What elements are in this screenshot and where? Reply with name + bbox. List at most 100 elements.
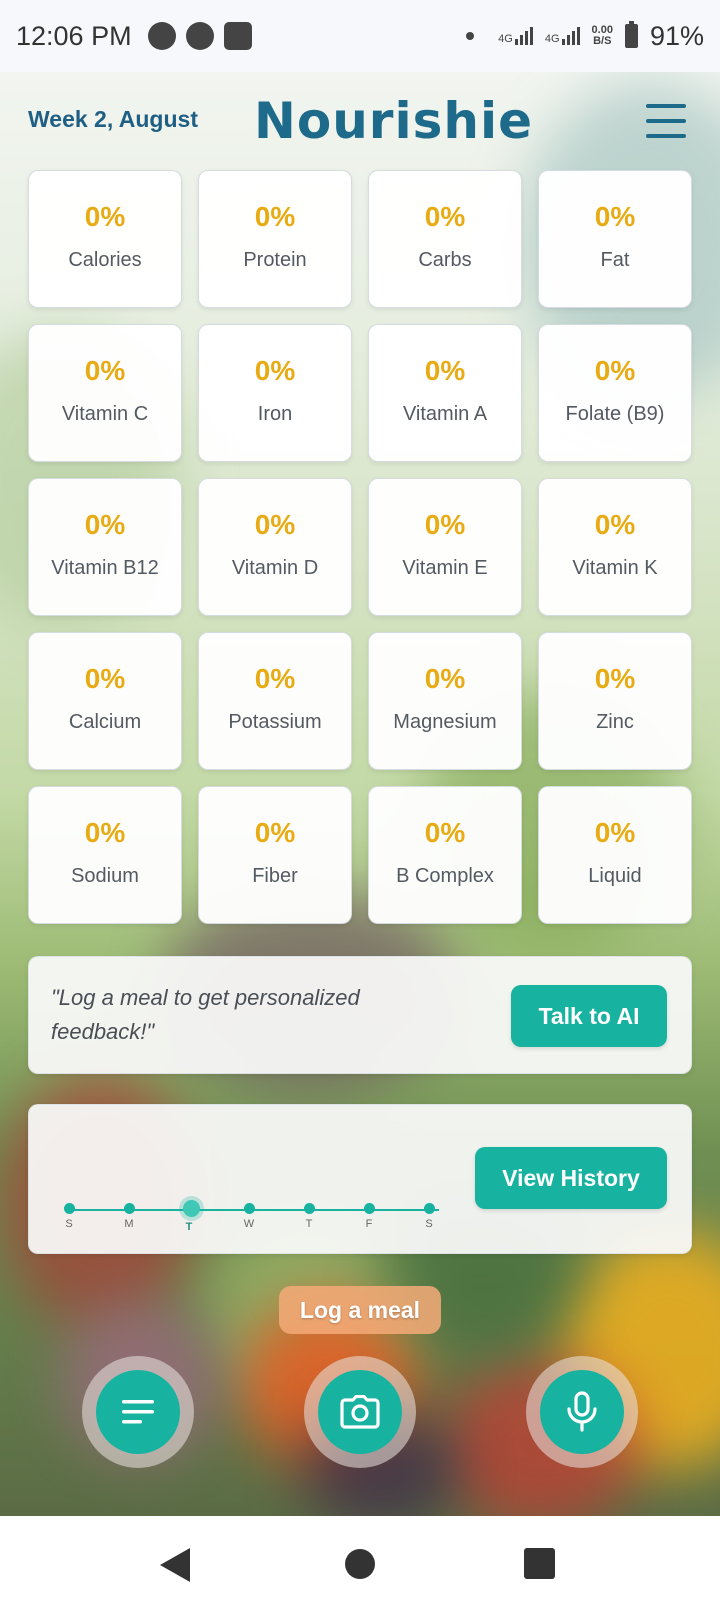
nutrient-card-calcium[interactable]: 0% Calcium xyxy=(28,632,182,770)
nutrient-label: Carbs xyxy=(418,248,472,271)
view-history-button[interactable]: View History xyxy=(475,1147,667,1209)
microphone-icon[interactable] xyxy=(540,1370,624,1454)
weekday-label: W xyxy=(243,1218,255,1230)
text-log-button[interactable] xyxy=(82,1356,194,1468)
nutrient-card-vitamin-a[interactable]: 0% Vitamin A xyxy=(368,324,522,462)
nutrient-value: 0% xyxy=(594,508,636,540)
nutrient-value: 0% xyxy=(424,354,466,386)
weekday-5[interactable]: F xyxy=(363,1203,375,1230)
nutrient-value: 0% xyxy=(84,200,126,232)
nutrient-card-vitamin-e[interactable]: 0% Vitamin E xyxy=(368,478,522,616)
camera-log-button[interactable] xyxy=(304,1356,416,1468)
talk-to-ai-button[interactable]: Talk to AI xyxy=(511,985,667,1047)
nutrient-label: Fiber xyxy=(252,864,298,887)
weekday-point xyxy=(423,1203,435,1214)
nutrient-value: 0% xyxy=(254,662,296,694)
hamburger-menu-icon[interactable] xyxy=(646,104,686,138)
weekday-label: T xyxy=(185,1221,193,1233)
nutrient-label: Liquid xyxy=(588,864,642,887)
nutrient-card-zinc[interactable]: 0% Zinc xyxy=(538,632,692,770)
nutrient-card-protein[interactable]: 0% Protein xyxy=(198,170,352,308)
nutrient-card-fiber[interactable]: 0% Fiber xyxy=(198,786,352,924)
list-icon[interactable] xyxy=(96,1370,180,1454)
signal-2: 4G xyxy=(545,27,580,45)
chat-notification-icon xyxy=(147,22,176,50)
nutrient-value: 0% xyxy=(594,816,636,848)
nutrient-label: Sodium xyxy=(71,864,139,887)
nutrient-label: Vitamin A xyxy=(402,402,488,425)
weekday-point xyxy=(183,1200,200,1217)
nutrient-card-carbs[interactable]: 0% Carbs xyxy=(368,170,522,308)
nutrient-value: 0% xyxy=(254,354,296,386)
weekday-1[interactable]: M xyxy=(123,1203,135,1230)
nutrient-value: 0% xyxy=(254,508,296,540)
nutrient-card-b-complex[interactable]: 0% B Complex xyxy=(368,786,522,924)
app-notification-icon xyxy=(185,22,214,50)
nutrient-card-sodium[interactable]: 0% Sodium xyxy=(28,786,182,924)
nutrient-value: 0% xyxy=(254,200,296,232)
nutrient-label: Calcium xyxy=(68,710,142,733)
notification-icons xyxy=(147,22,252,50)
weekday-point xyxy=(363,1203,375,1214)
nutrient-value: 0% xyxy=(424,816,466,848)
weekday-label: M xyxy=(124,1218,134,1230)
nutrient-card-vitamin-k[interactable]: 0% Vitamin K xyxy=(538,478,692,616)
nutrient-value: 0% xyxy=(84,662,126,694)
nutrient-card-calories[interactable]: 0% Calories xyxy=(28,170,182,308)
nutrient-value: 0% xyxy=(594,354,636,386)
nutrient-label: Folate (B9) xyxy=(565,402,665,425)
nutrient-label: Vitamin K xyxy=(572,556,658,579)
nutrient-card-fat[interactable]: 0% Fat xyxy=(538,170,692,308)
nutrient-card-vitamin-c[interactable]: 0% Vitamin C xyxy=(28,324,182,462)
week-label: Week 2, August xyxy=(28,106,198,132)
nutrient-value: 0% xyxy=(424,200,466,232)
nutrient-card-iron[interactable]: 0% Iron xyxy=(198,324,352,462)
nutrient-label: Magnesium xyxy=(393,710,497,733)
nutrient-card-folate[interactable]: 0% Folate (B9) xyxy=(538,324,692,462)
nutrient-card-magnesium[interactable]: 0% Magnesium xyxy=(368,632,522,770)
weekday-point xyxy=(243,1203,255,1214)
status-bar: 12:06 PM 4G 4G 0.00 B/S 91% xyxy=(0,0,720,72)
nutrient-card-potassium[interactable]: 0% Potassium xyxy=(198,632,352,770)
recent-apps-icon[interactable] xyxy=(524,1548,555,1579)
voice-log-button[interactable] xyxy=(526,1356,638,1468)
weekday-4[interactable]: T xyxy=(303,1203,315,1230)
facebook-notification-icon xyxy=(223,22,252,50)
weekday-3[interactable]: W xyxy=(243,1203,255,1230)
nutrient-value: 0% xyxy=(424,662,466,694)
weekday-point xyxy=(123,1203,135,1214)
battery-level: 91% xyxy=(649,20,704,51)
nutrient-label: Zinc xyxy=(596,710,634,733)
signal-1: 4G xyxy=(498,27,533,45)
weekday-2[interactable]: T xyxy=(183,1200,200,1233)
notification-dot-icon xyxy=(466,32,475,40)
home-icon[interactable] xyxy=(345,1549,375,1579)
nutrient-label: Calories xyxy=(68,248,142,271)
nutrient-card-liquid[interactable]: 0% Liquid xyxy=(538,786,692,924)
history-panel: S M T W T F S View History xyxy=(28,1104,692,1254)
nutrient-label: Vitamin B12 xyxy=(51,556,159,579)
network-speed: 0.00 B/S xyxy=(592,25,613,47)
nutrient-value: 0% xyxy=(254,816,296,848)
nutrient-value: 0% xyxy=(84,354,126,386)
feedback-panel: "Log a meal to get personalized feedback… xyxy=(28,956,692,1074)
weekday-0[interactable]: S xyxy=(63,1203,75,1230)
nutrient-card-vitamin-d[interactable]: 0% Vitamin D xyxy=(198,478,352,616)
back-icon[interactable] xyxy=(160,1548,190,1582)
nutrient-value: 0% xyxy=(84,508,126,540)
network-type-1: 4G xyxy=(498,33,513,45)
weekday-label: S xyxy=(65,1218,73,1230)
camera-icon[interactable] xyxy=(318,1370,402,1454)
nutrient-value: 0% xyxy=(594,662,636,694)
weekday-6[interactable]: S xyxy=(423,1203,435,1230)
network-type-2: 4G xyxy=(544,33,560,45)
logo-text: Nourishie xyxy=(254,92,533,150)
nutrient-label: Vitamin E xyxy=(402,556,488,579)
nutrient-label: Fat xyxy=(600,248,630,271)
nutrient-card-vitamin-b12[interactable]: 0% Vitamin B12 xyxy=(28,478,182,616)
status-right: 4G 4G 0.00 B/S 91% xyxy=(466,21,704,52)
nutrient-label: Potassium xyxy=(228,710,322,733)
nutrient-label: Vitamin C xyxy=(61,402,149,425)
weekday-point xyxy=(63,1203,75,1214)
nutrient-value: 0% xyxy=(594,200,636,232)
